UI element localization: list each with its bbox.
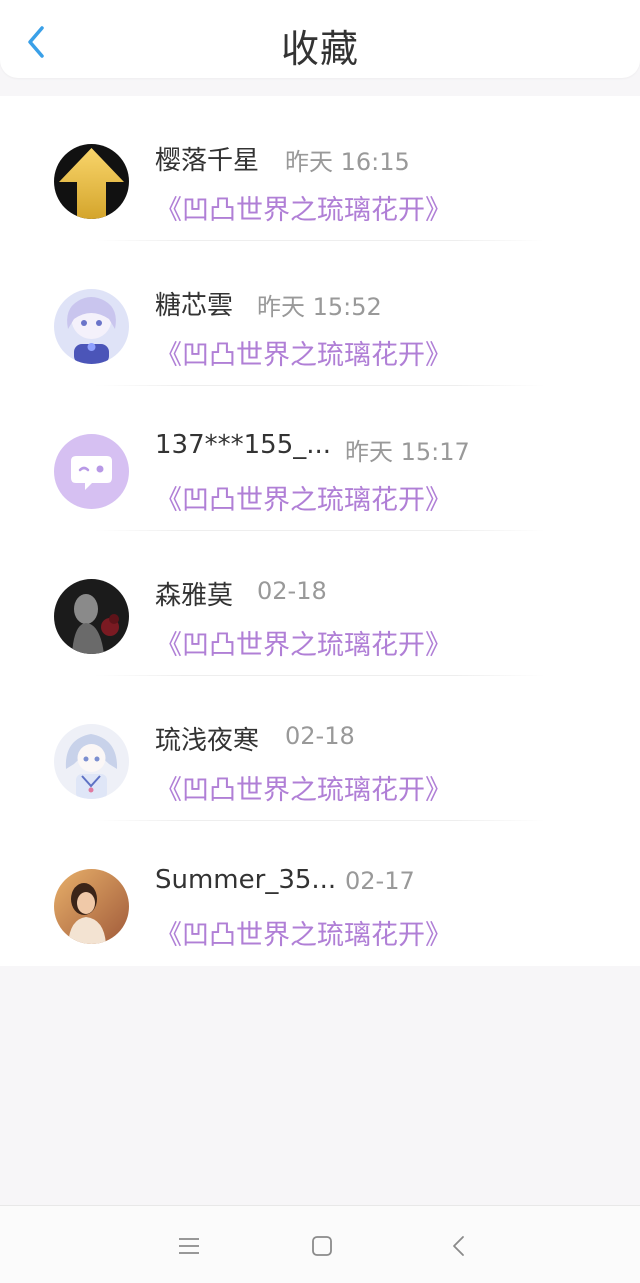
list-item[interactable]: 糖芯雲 昨天 15:52 《凹凸世界之琉璃花开》 <box>0 241 640 386</box>
list-item[interactable]: 森雅莫 02-18 《凹凸世界之琉璃花开》 <box>0 531 640 676</box>
timestamp: 昨天 15:52 <box>257 293 382 321</box>
square-home-icon <box>312 1236 332 1256</box>
list-item[interactable]: 琉浅夜寒 02-18 《凹凸世界之琉璃花开》 <box>0 676 640 821</box>
collection-title[interactable]: 《凹凸世界之琉璃花开》 <box>155 768 452 807</box>
collection-title[interactable]: 《凹凸世界之琉璃花开》 <box>155 478 452 517</box>
home-button[interactable] <box>302 1226 342 1266</box>
collection-title[interactable]: 《凹凸世界之琉璃花开》 <box>155 333 452 372</box>
user-name: 琉浅夜寒 <box>155 726 260 756</box>
list-item[interactable]: 樱落千星 昨天 16:15 《凹凸世界之琉璃花开》 <box>0 96 640 241</box>
collection-title[interactable]: 《凹凸世界之琉璃花开》 <box>155 188 452 227</box>
default-chat-avatar[interactable] <box>54 434 129 509</box>
favorites-list: 樱落千星 昨天 16:15 《凹凸世界之琉璃花开》 糖芯雲 昨天 15:52 《… <box>0 96 640 966</box>
user-name: 樱落千星 <box>155 146 260 176</box>
list-item[interactable]: Summer_35... 02-17 《凹凸世界之琉璃花开》 <box>0 821 640 966</box>
dark-portrait-avatar[interactable] <box>54 579 129 654</box>
user-name: Summer_35... <box>155 865 337 895</box>
collection-title[interactable]: 《凹凸世界之琉璃花开》 <box>155 913 452 952</box>
header-bar: 收藏 <box>0 0 640 78</box>
timestamp: 02-18 <box>285 722 355 750</box>
timestamp: 02-17 <box>345 867 415 895</box>
anime-girl-avatar[interactable] <box>54 289 129 364</box>
collection-title[interactable]: 《凹凸世界之琉璃花开》 <box>155 623 452 662</box>
user-name: 森雅莫 <box>155 581 234 611</box>
triangle-back-icon <box>453 1236 464 1256</box>
menu-button[interactable] <box>169 1226 209 1266</box>
page-title: 收藏 <box>280 27 359 71</box>
timestamp: 昨天 16:15 <box>285 148 410 176</box>
user-name: 137***155_... <box>155 430 332 460</box>
system-nav-bar <box>0 1205 640 1283</box>
photo-girl-avatar[interactable] <box>54 869 129 944</box>
timestamp: 昨天 15:17 <box>345 438 470 466</box>
list-item[interactable]: 137***155_... 昨天 15:17 《凹凸世界之琉璃花开》 <box>0 386 640 531</box>
user-name: 糖芯雲 <box>155 291 234 321</box>
nav-back-button[interactable] <box>438 1226 478 1266</box>
menu-icon <box>179 1238 199 1254</box>
timestamp: 02-18 <box>257 577 327 605</box>
gold-arrow-avatar[interactable] <box>54 144 129 219</box>
anime-girl-blue-avatar[interactable] <box>54 724 129 799</box>
